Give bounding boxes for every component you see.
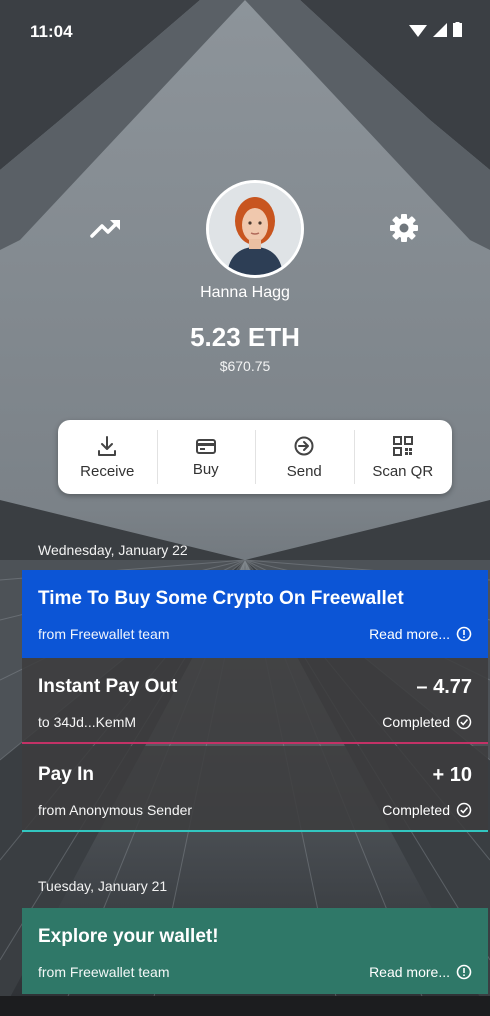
transaction-title: Pay In bbox=[38, 764, 94, 785]
scan-qr-label: Scan QR bbox=[372, 462, 434, 480]
user-name: Hanna Hagg bbox=[200, 284, 290, 301]
promo-title: Time To Buy Some Crypto On Freewallet bbox=[38, 588, 404, 609]
transaction-amount: + 10 bbox=[432, 764, 472, 786]
check-circle-icon bbox=[456, 714, 472, 730]
promo-sender: from Freewallet team bbox=[38, 964, 170, 980]
send-button[interactable]: Send bbox=[255, 420, 354, 494]
read-more-link[interactable]: Read more... bbox=[369, 964, 472, 980]
qr-icon bbox=[392, 435, 413, 456]
read-more-label: Read more... bbox=[369, 964, 450, 980]
read-more-label: Read more... bbox=[369, 626, 450, 642]
trending-up-icon bbox=[90, 220, 120, 238]
info-icon bbox=[456, 626, 472, 642]
transaction-title: Instant Pay Out bbox=[38, 676, 178, 697]
status-bar: 11:04 bbox=[0, 0, 490, 60]
check-circle-icon bbox=[456, 802, 472, 818]
promo-sender: from Freewallet team bbox=[38, 626, 170, 642]
crypto-balance: 5.23 ETH bbox=[190, 322, 300, 352]
date-header: Wednesday, January 22 bbox=[38, 542, 188, 558]
send-icon bbox=[294, 436, 314, 455]
read-more-link[interactable]: Read more... bbox=[369, 626, 472, 642]
fiat-balance: $670.75 bbox=[219, 358, 271, 374]
date-header: Tuesday, January 21 bbox=[38, 878, 168, 894]
status-label: Completed bbox=[382, 714, 450, 730]
status-time: 11:04 bbox=[30, 22, 73, 41]
promo-title: Explore your wallet! bbox=[38, 926, 219, 947]
send-label: Send bbox=[286, 462, 322, 480]
download-icon bbox=[98, 435, 117, 456]
transaction-sender: from Anonymous Sender bbox=[38, 802, 193, 818]
receive-label: Receive bbox=[80, 462, 135, 480]
status-label: Completed bbox=[382, 802, 450, 818]
transaction-amount: – 4.77 bbox=[416, 676, 472, 698]
background-architecture bbox=[0, 0, 490, 1016]
transaction-status: Completed bbox=[382, 714, 472, 730]
avatar[interactable] bbox=[206, 180, 304, 278]
buy-label: Buy bbox=[192, 460, 219, 478]
transaction-address: to 34Jd...KemM bbox=[38, 714, 137, 730]
transaction-status: Completed bbox=[382, 802, 472, 818]
buy-button[interactable]: Buy bbox=[156, 420, 256, 494]
settings-button[interactable] bbox=[384, 208, 424, 248]
card-icon bbox=[195, 438, 216, 454]
avatar-portrait bbox=[209, 183, 301, 275]
transaction-row[interactable]: Pay In from Anonymous Sender + 10 Comple… bbox=[22, 746, 488, 832]
action-bar: Receive Buy Send Scan QR bbox=[58, 420, 452, 494]
signal-icon bbox=[433, 22, 447, 37]
wifi-icon bbox=[409, 24, 427, 37]
receive-button[interactable]: Receive bbox=[58, 420, 157, 494]
gear-icon bbox=[390, 214, 418, 242]
transaction-row[interactable]: Instant Pay Out to 34Jd...KemM – 4.77 Co… bbox=[22, 658, 488, 744]
promo-card[interactable]: Time To Buy Some Crypto On Freewallet fr… bbox=[22, 570, 488, 658]
promo-card[interactable]: Explore your wallet! from Freewallet tea… bbox=[22, 908, 488, 994]
battery-icon bbox=[453, 22, 462, 37]
scan-qr-button[interactable]: Scan QR bbox=[353, 420, 453, 494]
info-icon bbox=[456, 964, 472, 980]
trend-chart-button[interactable] bbox=[86, 208, 126, 248]
status-icons bbox=[409, 22, 462, 37]
